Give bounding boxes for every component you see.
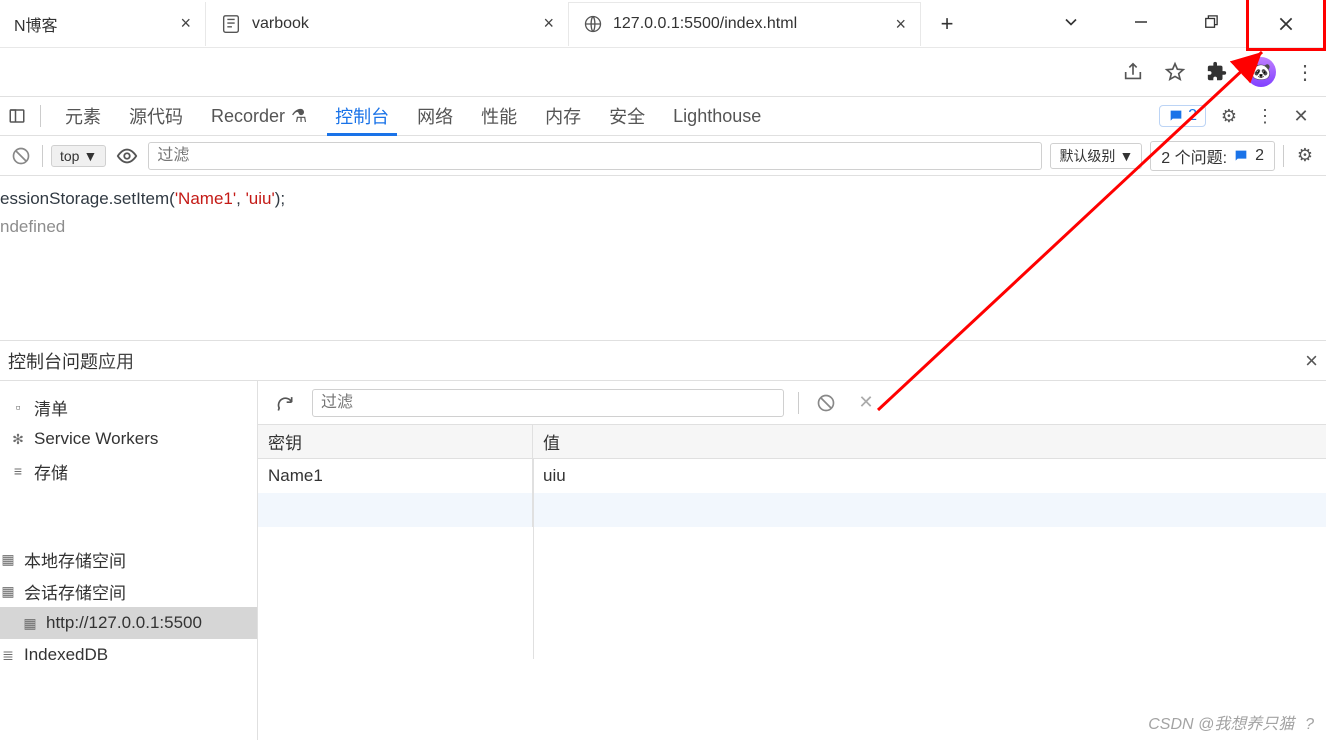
application-sidebar: ▫清单 ✻Service Workers ≡存储 ▦本地存储空间 ▦会话存储空间… (0, 381, 258, 740)
chevron-down-icon[interactable] (1036, 0, 1106, 44)
flask-icon: ⚗ (291, 106, 307, 127)
refresh-icon[interactable] (272, 390, 298, 416)
table-row[interactable]: Name1 uiu (258, 459, 1326, 493)
window-controls (1036, 0, 1326, 48)
console-code-line: essionStorage.setItem('Name1', 'uiu'); (0, 186, 1322, 212)
book-icon (220, 13, 242, 35)
tab-title: varbook (252, 15, 309, 33)
clear-icon[interactable] (813, 390, 839, 416)
sidebar-item-indexeddb[interactable]: ≣IndexedDB (0, 639, 257, 671)
close-icon[interactable]: × (180, 13, 191, 34)
tab-localhost[interactable]: 127.0.0.1:5500/index.html × (569, 2, 921, 46)
minimize-button[interactable] (1106, 0, 1176, 44)
column-key[interactable]: 密钥 (258, 425, 533, 458)
drawer-tab-application[interactable]: 应用 (98, 348, 134, 374)
console-result-line: ndefined (0, 214, 1322, 240)
tab-security[interactable]: 安全 (595, 97, 659, 135)
browser-toolbar: 🐼 ⋮ (0, 48, 1326, 96)
tab-performance[interactable]: 性能 (467, 97, 531, 135)
sidebar-item-session-storage[interactable]: ▦会话存储空间 (0, 575, 257, 607)
database-icon: ≡ (10, 463, 26, 479)
close-icon[interactable]: × (543, 13, 554, 34)
tab-elements[interactable]: 元素 (51, 97, 115, 135)
cell-value: uiu (533, 459, 1326, 493)
drawer-tabbar: 控制台 问题 应用 × (0, 341, 1326, 381)
sidebar-item-manifest[interactable]: ▫清单 (0, 391, 257, 423)
table-row[interactable] (258, 493, 1326, 527)
extensions-icon[interactable] (1204, 59, 1230, 85)
storage-toolbar: ✕ (258, 381, 1326, 425)
drawer-tab-issues[interactable]: 问题 (62, 348, 98, 374)
cell-key: Name1 (258, 459, 533, 493)
log-level-dropdown[interactable]: 默认级别 ▼ (1050, 143, 1142, 169)
clear-icon[interactable] (8, 143, 34, 169)
table-header: 密钥 值 (258, 425, 1326, 459)
tab-console[interactable]: 控制台 (321, 97, 403, 135)
triangle-down-icon: ▼ (1119, 148, 1133, 164)
close-icon[interactable]: × (1305, 348, 1318, 374)
grid-icon: ▦ (22, 615, 38, 632)
issues-indicator[interactable]: 2 个问题: 2 (1150, 141, 1275, 171)
triangle-down-icon: ▼ (83, 148, 97, 164)
watermark-text: CSDN @我想养只猫 ? (1148, 710, 1314, 734)
dock-icon[interactable] (4, 103, 30, 129)
tab-network[interactable]: 网络 (403, 97, 467, 135)
tab-lighthouse[interactable]: Lighthouse (659, 97, 775, 135)
devtools-tabbar: 元素 源代码 Recorder⚗ 控制台 网络 性能 内存 安全 Lightho… (0, 96, 1326, 136)
tab-sources[interactable]: 源代码 (115, 97, 197, 135)
console-output: essionStorage.setItem('Name1', 'uiu'); n… (0, 176, 1326, 341)
sidebar-item-sw[interactable]: ✻Service Workers (0, 423, 257, 455)
new-tab-button[interactable]: + (929, 6, 965, 42)
kebab-menu-icon[interactable]: ⋮ (1252, 103, 1278, 129)
gear-icon[interactable]: ⚙ (1292, 143, 1318, 169)
drawer-tab-console[interactable]: 控制台 (8, 348, 62, 374)
messages-badge[interactable]: 2 (1159, 105, 1206, 127)
application-panel: ▫清单 ✻Service Workers ≡存储 ▦本地存储空间 ▦会话存储空间… (0, 381, 1326, 740)
database-icon: ≣ (0, 647, 16, 664)
sidebar-item-storage[interactable]: ≡存储 (0, 455, 257, 487)
tab-recorder[interactable]: Recorder⚗ (197, 97, 321, 135)
storage-filter-input[interactable] (312, 389, 784, 417)
star-icon[interactable] (1162, 59, 1188, 85)
eye-icon[interactable] (114, 143, 140, 169)
storage-table: 密钥 值 Name1 uiu (258, 425, 1326, 740)
close-icon[interactable]: × (895, 14, 906, 35)
application-main: ✕ 密钥 值 Name1 uiu (258, 381, 1326, 740)
browser-tabstrip: N博客 × varbook × 127.0.0.1:5500/index.htm… (0, 0, 1326, 48)
grid-icon: ▦ (0, 583, 16, 600)
sidebar-item-origin[interactable]: ▦http://127.0.0.1:5500 (0, 607, 257, 639)
kebab-menu-icon[interactable]: ⋮ (1292, 59, 1318, 85)
console-toolbar: top ▼ 默认级别 ▼ 2 个问题: 2 ⚙ (0, 136, 1326, 176)
delete-icon[interactable]: ✕ (853, 390, 879, 416)
tab-blog[interactable]: N博客 × (0, 2, 206, 46)
console-filter-input[interactable] (148, 142, 1042, 170)
tab-title: N博客 (14, 12, 58, 36)
sidebar-item-local-storage[interactable]: ▦本地存储空间 (0, 543, 257, 575)
window-close-button[interactable] (1246, 0, 1326, 51)
gear-icon: ✻ (10, 431, 26, 448)
gear-icon[interactable]: ⚙ (1216, 103, 1242, 129)
profile-avatar[interactable]: 🐼 (1246, 57, 1276, 87)
share-icon[interactable] (1120, 59, 1146, 85)
tab-varbook[interactable]: varbook × (206, 2, 569, 46)
maximize-button[interactable] (1176, 0, 1246, 44)
grid-icon: ▦ (0, 551, 16, 568)
globe-icon (583, 14, 603, 34)
column-value[interactable]: 值 (533, 425, 1326, 458)
tab-title: 127.0.0.1:5500/index.html (613, 15, 797, 33)
context-dropdown[interactable]: top ▼ (51, 145, 106, 167)
close-icon[interactable]: ✕ (1288, 103, 1314, 129)
document-icon: ▫ (10, 399, 26, 415)
tab-memory[interactable]: 内存 (531, 97, 595, 135)
